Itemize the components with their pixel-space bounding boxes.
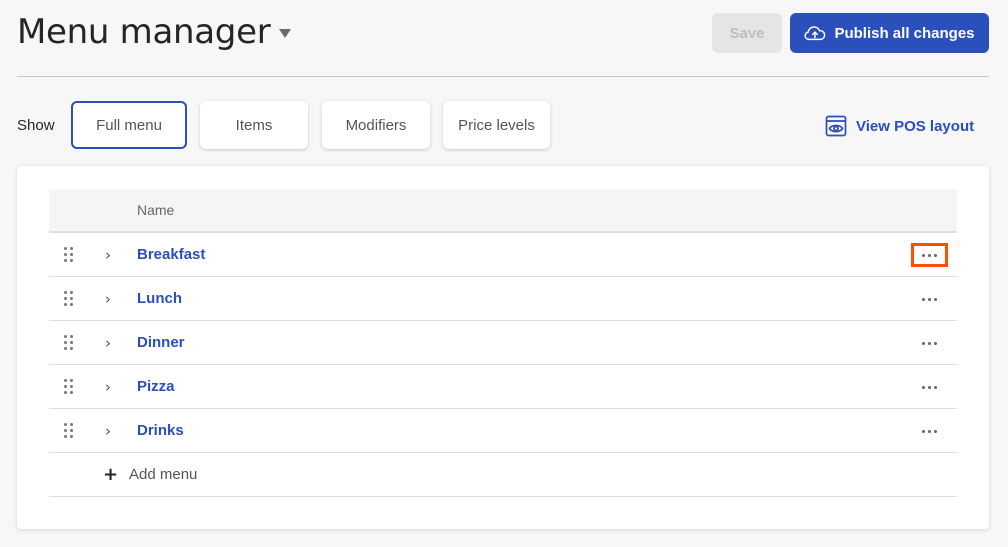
more-actions-icon[interactable] <box>911 419 948 443</box>
menu-name-link[interactable]: Breakfast <box>137 246 205 263</box>
chevron-right-icon[interactable]: › <box>105 290 111 308</box>
filter-modifiers[interactable]: Modifiers <box>322 101 430 149</box>
table-row: › Dinner <box>49 321 957 365</box>
more-actions-icon[interactable] <box>911 287 948 311</box>
show-label: Show <box>17 117 55 134</box>
chevron-right-icon[interactable]: › <box>105 246 111 264</box>
publish-all-changes-button[interactable]: Publish all changes <box>790 13 989 53</box>
view-pos-layout-label: View POS layout <box>856 117 975 135</box>
eye-window-icon <box>825 115 847 137</box>
menu-name-link[interactable]: Drinks <box>137 422 184 439</box>
title-dropdown-caret-icon[interactable] <box>279 29 291 38</box>
table-row: › Drinks <box>49 409 957 453</box>
publish-label: Publish all changes <box>834 24 975 42</box>
more-actions-icon[interactable] <box>911 243 948 267</box>
page-header: Menu manager Save Publish all changes <box>17 0 989 77</box>
drag-handle-icon[interactable] <box>64 379 74 395</box>
drag-handle-icon[interactable] <box>64 335 74 351</box>
menu-table: Name › Breakfast › Lunch › Dinner › Pizza › Drink… <box>49 189 957 497</box>
menu-name-link[interactable]: Dinner <box>137 334 185 351</box>
filter-full-menu[interactable]: Full menu <box>71 101 187 149</box>
more-actions-icon[interactable] <box>911 375 948 399</box>
more-actions-icon[interactable] <box>911 331 948 355</box>
table-row: › Breakfast <box>49 233 957 277</box>
filter-price-levels[interactable]: Price levels <box>443 101 550 149</box>
chevron-right-icon[interactable]: › <box>105 422 111 440</box>
add-menu-label: Add menu <box>129 466 198 483</box>
drag-handle-icon[interactable] <box>64 247 74 263</box>
table-row: › Lunch <box>49 277 957 321</box>
chevron-right-icon[interactable]: › <box>105 378 111 396</box>
menu-name-link[interactable]: Pizza <box>137 378 175 395</box>
add-menu-button[interactable]: + Add menu <box>49 453 957 497</box>
table-row: › Pizza <box>49 365 957 409</box>
plus-icon: + <box>103 464 119 485</box>
column-header-name: Name <box>137 202 175 218</box>
filter-items[interactable]: Items <box>200 101 308 149</box>
view-pos-layout-link[interactable]: View POS layout <box>825 114 974 138</box>
cloud-upload-icon <box>804 26 826 41</box>
save-button[interactable]: Save <box>712 13 782 53</box>
drag-handle-icon[interactable] <box>64 291 74 307</box>
menu-name-link[interactable]: Lunch <box>137 290 182 307</box>
page-title: Menu manager <box>17 12 271 52</box>
table-header: Name <box>49 189 957 233</box>
menu-table-card: Name › Breakfast › Lunch › Dinner › Pizza › Drink… <box>17 166 989 529</box>
chevron-right-icon[interactable]: › <box>105 334 111 352</box>
drag-handle-icon[interactable] <box>64 423 74 439</box>
